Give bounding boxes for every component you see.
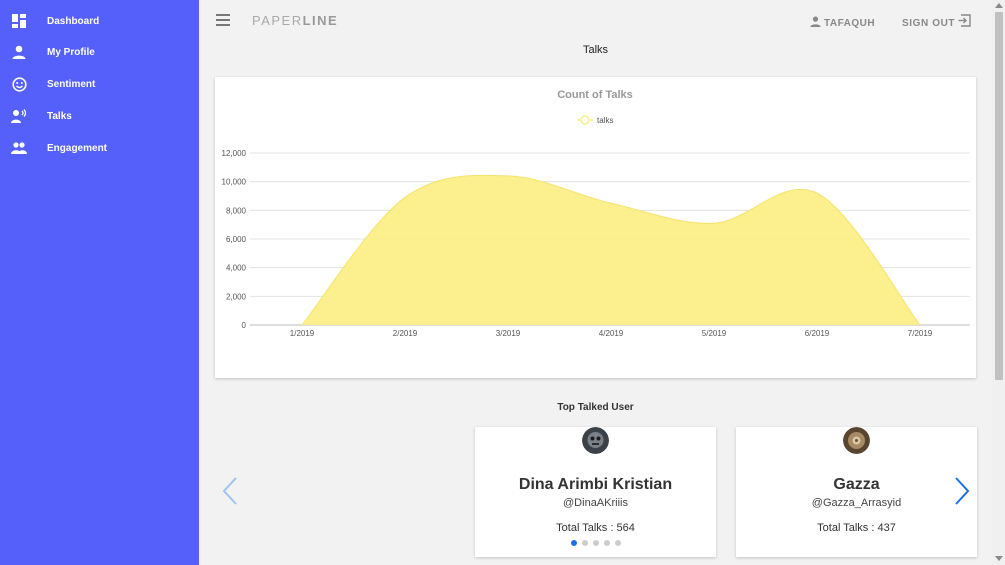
sidebar-item-label: Talks — [47, 110, 72, 122]
user-name: Dina Arimbi Kristian — [518, 476, 673, 493]
x-tick-label: 7/2019 — [908, 329, 933, 338]
sidebar-item-engagement[interactable]: Engagement — [0, 133, 199, 163]
scroll-up-arrow-icon[interactable] — [995, 3, 1003, 8]
brand-bold-text: LINE — [302, 13, 339, 28]
total-talks: Total Talks : 564 — [556, 522, 635, 534]
user-card[interactable]: Dina Arimbi Kristian @DinaAKriiis Total … — [475, 427, 716, 557]
sidebar-item-label: My Profile — [47, 46, 95, 58]
chart-title: Count of Talks — [557, 89, 633, 101]
user-name: Gazza — [833, 476, 880, 493]
x-tick-label: 6/2019 — [805, 329, 830, 338]
sign-out-label: SIGN OUT — [902, 17, 956, 29]
x-tick-label: 4/2019 — [599, 329, 624, 338]
carousel-dot[interactable] — [614, 540, 621, 546]
sidebar-item-dashboard[interactable]: Dashboard — [0, 6, 199, 36]
person-icon — [810, 14, 821, 32]
carousel-dot[interactable] — [581, 540, 588, 546]
avatar — [582, 427, 609, 454]
person-icon — [11, 44, 27, 60]
x-tick-label: 2/2019 — [393, 329, 418, 338]
legend-marker — [580, 115, 590, 125]
sidebar-item-label: Sentiment — [47, 78, 96, 90]
speaking-person-icon — [11, 108, 27, 124]
carousel-prev-button[interactable] — [220, 476, 240, 506]
talks-area-chart: Count of Talks talks 0 2,000 4,000 6,000 8,000… — [222, 89, 970, 338]
sidebar-item-sentiment[interactable]: Sentiment — [0, 69, 199, 99]
sidebar-item-talks[interactable]: Talks — [0, 101, 199, 131]
y-tick-label: 2,000 — [226, 292, 247, 301]
user-handle: @Gazza_Arrasyid — [811, 497, 902, 509]
sidebar-item-my-profile[interactable]: My Profile — [0, 37, 199, 67]
y-tick-label: 12,000 — [222, 149, 247, 158]
x-tick-label: 5/2019 — [702, 329, 727, 338]
legend-label: talks — [597, 116, 613, 125]
people-icon — [11, 140, 27, 156]
sidebar: Dashboard My Profile Sentiment Talks Eng… — [0, 0, 199, 565]
y-tick-label: 6,000 — [226, 235, 247, 244]
total-talks: Total Talks : 437 — [817, 522, 896, 534]
chevron-left-icon — [222, 477, 237, 505]
chevron-right-icon — [955, 477, 970, 505]
talks-chart-card: Count of Talks talks 0 2,000 4,000 6,000 8,000… — [215, 77, 976, 378]
y-tick-label: 4,000 — [226, 264, 247, 273]
brand-logo: PAPERLINE — [252, 13, 338, 28]
sidebar-item-label: Engagement — [47, 142, 108, 154]
carousel-dot[interactable] — [570, 540, 577, 546]
page-scrollbar[interactable] — [992, 0, 1005, 565]
carousel-next-button[interactable] — [952, 476, 972, 506]
user-name: TAFAQUH — [824, 17, 876, 29]
user-handle: @DinaAKriiis — [563, 497, 628, 509]
page-title: Talks — [582, 44, 609, 56]
carousel-dot[interactable] — [603, 540, 610, 546]
carousel-dots — [475, 540, 716, 546]
y-tick-label: 0 — [242, 321, 247, 330]
carousel-dot[interactable] — [592, 540, 599, 546]
y-tick-label: 8,000 — [226, 206, 247, 215]
avatar — [843, 427, 870, 454]
sign-out-button[interactable]: SIGN OUT — [902, 14, 971, 32]
user-menu-button[interactable]: TAFAQUH — [810, 14, 875, 32]
exit-icon — [958, 14, 971, 32]
brand-light-text: PAPER — [252, 13, 303, 28]
x-tick-label: 1/2019 — [290, 329, 315, 338]
user-card[interactable]: Gazza @Gazza_Arrasyid Total Talks : 437 — [736, 427, 977, 557]
sidebar-item-label: Dashboard — [47, 15, 100, 27]
y-tick-label: 10,000 — [222, 178, 247, 187]
series-area-talks — [302, 175, 920, 325]
smiley-icon — [11, 76, 27, 92]
hamburger-menu-icon[interactable] — [216, 14, 230, 26]
scroll-down-arrow-icon[interactable] — [995, 556, 1003, 561]
section-title: Top Talked User — [557, 402, 634, 413]
x-tick-label: 3/2019 — [496, 329, 521, 338]
dashboard-icon — [11, 13, 27, 29]
scrollbar-thumb[interactable] — [995, 12, 1003, 380]
